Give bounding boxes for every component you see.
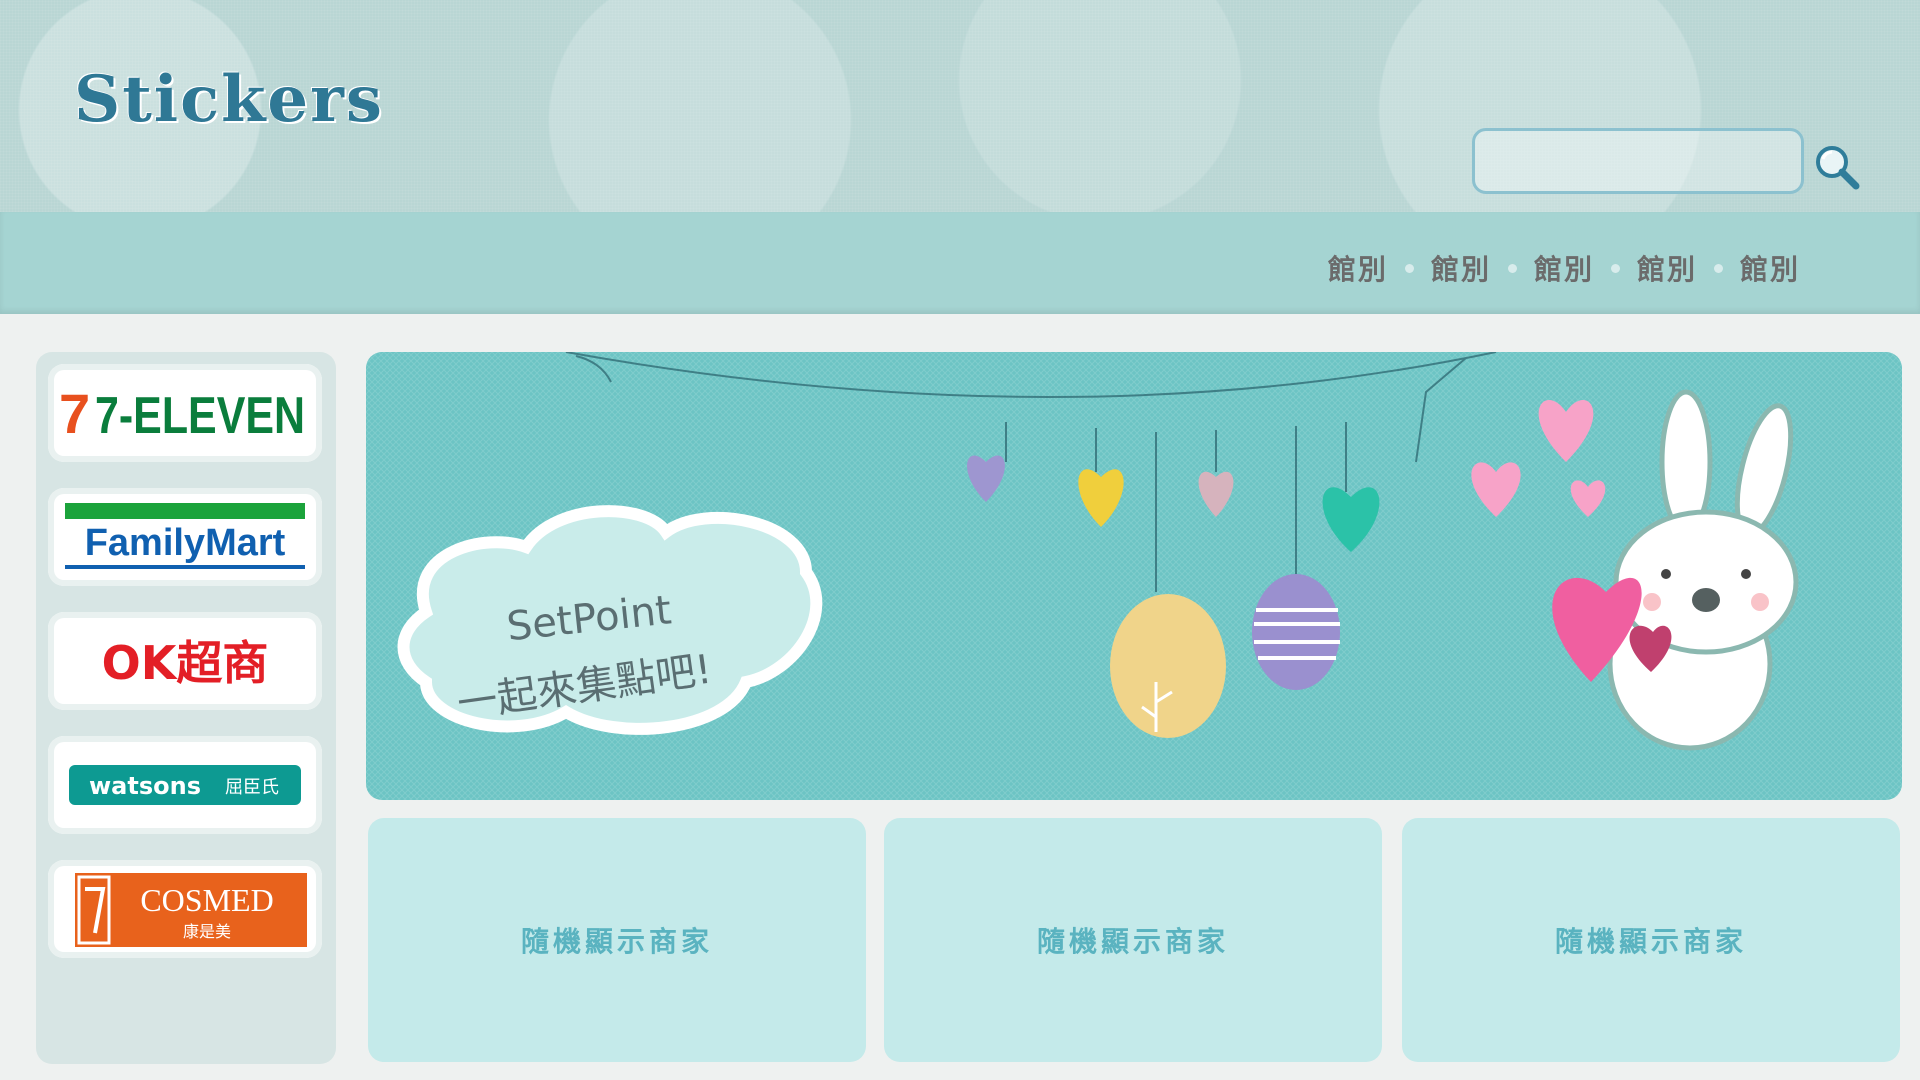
cosmed-logo: COSMED 康是美	[75, 873, 307, 947]
search-button[interactable]	[1812, 142, 1860, 190]
nav-separator	[1507, 263, 1517, 273]
svg-text:屈臣氏: 屈臣氏	[225, 777, 279, 798]
svg-text:7: 7	[59, 382, 90, 445]
nav-item-4[interactable]: 館別	[1637, 248, 1697, 288]
header: Stickers	[0, 0, 1920, 212]
svg-text:watsons: watsons	[89, 772, 201, 800]
category-nav: 館別 館別 館別 館別 館別	[0, 212, 1920, 314]
nav-separator	[1610, 263, 1620, 273]
store-7eleven[interactable]: 7 7-ELEVEN	[48, 364, 322, 462]
tile-label: 隨機顯示商家	[520, 925, 713, 958]
egg-purple	[1252, 574, 1340, 690]
egg-yellow	[1110, 594, 1226, 738]
7eleven-logo: 7 7-ELEVEN	[59, 382, 305, 445]
familymart-logo: FamilyMart	[65, 503, 305, 569]
store-cosmed[interactable]: COSMED 康是美	[48, 860, 322, 958]
search-icon	[1816, 146, 1860, 190]
svg-text:OK超商: OK超商	[102, 636, 269, 690]
random-store-tile-3[interactable]: 隨機顯示商家	[1402, 818, 1900, 1062]
nav-separator	[1404, 263, 1414, 273]
store-sidebar: 7 7-ELEVEN FamilyMart OK超商 watsons 屈臣氏 C…	[36, 352, 336, 1064]
nav-separator	[1713, 263, 1723, 273]
svg-text:7-ELEVEN: 7-ELEVEN	[95, 387, 305, 445]
store-watsons[interactable]: watsons 屈臣氏	[48, 736, 322, 834]
store-ok-mart[interactable]: OK超商	[48, 612, 322, 710]
nav-item-5[interactable]: 館別	[1740, 248, 1800, 288]
watsons-logo: watsons 屈臣氏	[69, 765, 301, 805]
search-input[interactable]	[1475, 131, 1801, 191]
store-familymart[interactable]: FamilyMart	[48, 488, 322, 586]
nav-item-2[interactable]: 館別	[1431, 248, 1491, 288]
nav-item-1[interactable]: 館別	[1328, 248, 1388, 288]
random-store-tile-2[interactable]: 隨機顯示商家	[884, 818, 1382, 1062]
svg-text:COSMED: COSMED	[140, 882, 273, 918]
site-logo[interactable]: Stickers	[74, 62, 384, 137]
nav-item-3[interactable]: 館別	[1534, 248, 1594, 288]
promo-banner[interactable]: SetPoint 一起來集點吧!	[366, 352, 1902, 800]
banner-illustration: SetPoint 一起來集點吧!	[366, 352, 1902, 800]
random-store-tile-1[interactable]: 隨機顯示商家	[368, 818, 866, 1062]
svg-text:康是美: 康是美	[183, 922, 231, 941]
search-box	[1472, 128, 1804, 194]
nav-items: 館別 館別 館別 館別 館別	[1328, 248, 1800, 288]
ok-mart-logo: OK超商	[102, 636, 269, 690]
svg-text:FamilyMart: FamilyMart	[85, 522, 286, 564]
tile-label: 隨機顯示商家	[1036, 925, 1229, 958]
tile-label: 隨機顯示商家	[1554, 925, 1747, 958]
